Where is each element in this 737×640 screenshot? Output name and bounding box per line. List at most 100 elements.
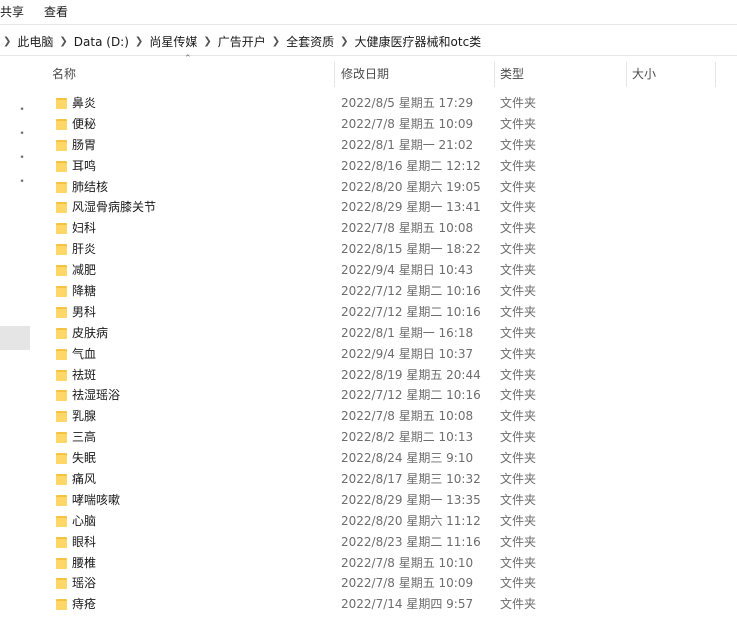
folder-icon — [56, 473, 67, 486]
chevron-right-icon[interactable]: ❯ — [0, 29, 14, 55]
file-type: 文件夹 — [500, 116, 537, 131]
file-modified-date: 2022/8/24 星期三 9:10 — [341, 451, 474, 466]
folder-icon — [56, 348, 67, 360]
table-row[interactable]: 减肥 2022/9/4 星期日 10:43 文件夹 — [40, 260, 737, 281]
file-type: 文件夹 — [500, 492, 537, 507]
file-type: 文件夹 — [500, 96, 537, 110]
folder-icon — [56, 515, 67, 527]
tab-share[interactable]: 共享 — [0, 1, 24, 23]
table-row[interactable]: 瑶浴 2022/7/8 星期五 10:09 文件夹 — [40, 573, 737, 594]
table-row[interactable]: 耳鸣 2022/8/16 星期二 12:12 文件夹 — [40, 156, 737, 177]
folder-icon — [56, 139, 67, 151]
nav-item-selected[interactable] — [0, 326, 30, 350]
column-header-size[interactable]: 大小 — [632, 62, 656, 87]
column-divider[interactable] — [626, 62, 627, 87]
file-type: 文件夹 — [500, 179, 537, 194]
table-row[interactable]: 便秘 2022/7/8 星期五 10:09 文件夹 — [40, 114, 737, 135]
file-name: 祛斑 — [72, 367, 97, 382]
table-row[interactable]: 肠胃 2022/8/1 星期一 21:02 文件夹 — [40, 135, 737, 156]
table-row[interactable]: 皮肤病 2022/8/1 星期一 16:18 文件夹 — [40, 323, 737, 344]
column-divider[interactable] — [715, 62, 716, 87]
file-type: 文件夹 — [500, 200, 537, 215]
folder-icon — [56, 306, 67, 318]
file-name: 便秘 — [72, 116, 97, 131]
file-name: 肝炎 — [72, 242, 97, 257]
address-bar[interactable]: ❯ 此电脑 ❯ Data (D:) ❯ 尚星传媒 ❯ 广告开户 ❯ 全套资质 ❯… — [0, 29, 737, 56]
chevron-right-icon[interactable]: ❯ — [269, 29, 283, 55]
folder-icon — [56, 431, 67, 444]
file-type: 文件夹 — [500, 430, 537, 445]
file-modified-date: 2022/8/1 星期一 21:02 — [341, 137, 474, 152]
file-modified-date: 2022/8/16 星期二 12:12 — [341, 158, 481, 173]
pin-icon[interactable]: • — [17, 177, 27, 187]
file-name: 心脑 — [72, 513, 97, 528]
sort-ascending-icon: ⌃ — [184, 54, 192, 64]
chevron-right-icon[interactable]: ❯ — [56, 29, 70, 55]
chevron-right-icon[interactable]: ❯ — [200, 29, 214, 55]
table-row[interactable]: 妇科 2022/7/8 星期五 10:08 文件夹 — [40, 218, 737, 239]
chevron-right-icon[interactable]: ❯ — [132, 29, 146, 55]
table-row[interactable]: 心脑 2022/8/20 星期六 11:12 文件夹 — [40, 511, 737, 532]
column-header-name[interactable]: 名称 — [52, 62, 76, 87]
table-row[interactable]: 鼻炎 2022/8/5 星期五 17:29 文件夹 — [40, 93, 737, 114]
file-type: 文件夹 — [500, 388, 537, 403]
pin-icon[interactable]: • — [17, 153, 27, 163]
table-row[interactable]: 降糖 2022/7/12 星期二 10:16 文件夹 — [40, 281, 737, 302]
file-name: 肠胃 — [72, 137, 97, 152]
breadcrumb-folder-2[interactable]: 广告开户 — [215, 29, 269, 55]
file-name: 妇科 — [72, 221, 97, 236]
column-divider[interactable] — [334, 62, 335, 87]
chevron-right-icon[interactable]: ❯ — [337, 29, 351, 55]
file-name: 哮喘咳嗽 — [72, 492, 121, 507]
folder-icon — [56, 97, 67, 109]
table-row[interactable]: 祛斑 2022/8/19 星期五 20:44 文件夹 — [40, 365, 737, 386]
table-row[interactable]: 失眠 2022/8/24 星期三 9:10 文件夹 — [40, 448, 737, 469]
folder-icon — [56, 222, 67, 235]
breadcrumb-drive[interactable]: Data (D:) — [71, 29, 132, 55]
file-name: 气血 — [72, 346, 97, 361]
table-row[interactable]: 肝炎 2022/8/15 星期一 18:22 文件夹 — [40, 239, 737, 260]
pin-icon[interactable]: • — [17, 105, 27, 115]
ribbon-divider — [0, 24, 737, 25]
table-row[interactable]: 祛湿瑶浴 2022/7/12 星期二 10:16 文件夹 — [40, 385, 737, 406]
table-row[interactable]: 痛风 2022/8/17 星期三 10:32 文件夹 — [40, 469, 737, 490]
table-row[interactable]: 哮喘咳嗽 2022/8/29 星期一 13:35 文件夹 — [40, 490, 737, 511]
file-name: 祛湿瑶浴 — [72, 388, 121, 403]
breadcrumb-folder-1[interactable]: 尚星传媒 — [146, 29, 200, 55]
breadcrumb-folder-3[interactable]: 全套资质 — [283, 29, 337, 55]
folder-icon — [56, 243, 67, 256]
file-modified-date: 2022/7/12 星期二 10:16 — [341, 304, 481, 319]
pin-icon[interactable]: • — [17, 129, 27, 139]
table-row[interactable]: 痔疮 2022/7/14 星期四 9:57 文件夹 — [40, 594, 737, 615]
folder-icon — [56, 181, 67, 193]
file-type: 文件夹 — [500, 325, 537, 340]
file-type: 文件夹 — [500, 409, 537, 424]
folder-icon — [56, 452, 67, 465]
table-row[interactable]: 男科 2022/7/12 星期二 10:16 文件夹 — [40, 302, 737, 323]
table-row[interactable]: 腰椎 2022/7/8 星期五 10:10 文件夹 — [40, 553, 737, 574]
column-divider[interactable] — [494, 62, 495, 87]
file-name: 失眠 — [72, 451, 97, 466]
file-modified-date: 2022/8/23 星期二 11:16 — [341, 534, 481, 549]
file-type: 文件夹 — [500, 221, 537, 236]
file-modified-date: 2022/8/1 星期一 16:18 — [341, 325, 474, 340]
file-modified-date: 2022/8/20 星期六 19:05 — [341, 179, 481, 194]
table-row[interactable]: 肺结核 2022/8/20 星期六 19:05 文件夹 — [40, 177, 737, 198]
tab-view[interactable]: 查看 — [44, 1, 68, 23]
breadcrumb-current-folder[interactable]: 大健康医疗器械和otc类 — [352, 29, 485, 55]
file-name: 腰椎 — [72, 555, 97, 570]
file-name: 痔疮 — [72, 597, 97, 612]
table-row[interactable]: 气血 2022/9/4 星期日 10:37 文件夹 — [40, 344, 737, 365]
column-header-type[interactable]: 类型 — [500, 62, 524, 87]
table-row[interactable]: 三高 2022/8/2 星期二 10:13 文件夹 — [40, 427, 737, 448]
file-modified-date: 2022/8/19 星期五 20:44 — [341, 367, 481, 382]
file-name: 降糖 — [72, 284, 97, 299]
table-row[interactable]: 乳腺 2022/7/8 星期五 10:08 文件夹 — [40, 406, 737, 427]
file-modified-date: 2022/7/8 星期五 10:08 — [341, 221, 474, 236]
file-type: 文件夹 — [500, 513, 537, 528]
breadcrumb-this-pc[interactable]: 此电脑 — [14, 29, 56, 55]
table-row[interactable]: 风湿骨病膝关节 2022/8/29 星期一 13:41 文件夹 — [40, 197, 737, 218]
table-row[interactable]: 眼科 2022/8/23 星期二 11:16 文件夹 — [40, 532, 737, 553]
file-modified-date: 2022/7/8 星期五 10:08 — [341, 409, 474, 424]
column-header-date[interactable]: 修改日期 — [341, 62, 389, 87]
